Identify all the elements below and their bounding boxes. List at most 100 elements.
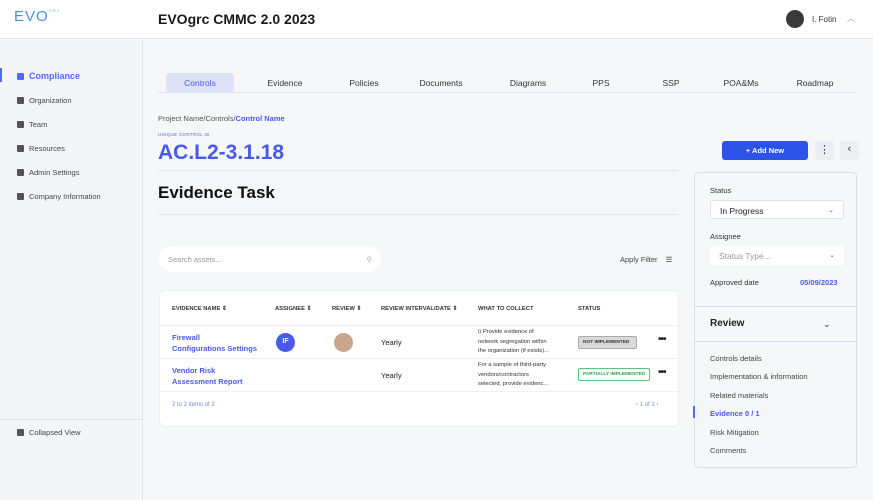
panel-nav-related-materials[interactable]: Related materials xyxy=(710,391,768,400)
tab-documents[interactable]: Documents xyxy=(392,73,490,93)
team-icon xyxy=(17,121,24,128)
tab-evidence[interactable]: Evidence xyxy=(234,73,336,93)
column-header[interactable]: ASSIGNEE ⇕ xyxy=(275,306,311,312)
column-header[interactable]: REVIEW INTERVAL/DATE ⇕ xyxy=(381,306,457,312)
chevron-up-icon[interactable]: ︿ xyxy=(847,13,855,24)
assignee-placeholder: Status Type... xyxy=(719,251,771,261)
collapsed-view-button[interactable]: Collapsed View xyxy=(17,428,81,437)
next-page-icon[interactable]: › xyxy=(656,402,658,408)
more-options-icon[interactable]: ••• xyxy=(658,367,666,378)
collapse-label: Collapsed View xyxy=(29,428,81,437)
tab-controls[interactable]: Controls xyxy=(166,73,234,93)
status-label: Status xyxy=(710,186,732,195)
search-placeholder: Search assets... xyxy=(168,255,222,264)
breadcrumb: Project Name/Controls/Control Name xyxy=(158,114,285,123)
table-divider xyxy=(160,391,678,392)
evidence-name-link[interactable]: Firewall Configurations Settings xyxy=(172,332,257,354)
tab-pps[interactable]: PPS xyxy=(566,73,636,93)
review-interval: Yearly xyxy=(381,371,402,380)
sidebar-item-label: Compliance xyxy=(29,71,81,81)
tab-poams[interactable]: POA&Ms xyxy=(706,73,776,93)
sidebar-item-company-information[interactable]: Company Information xyxy=(17,192,101,201)
sidebar-item-organization[interactable]: Organization xyxy=(17,96,72,105)
status-badge: PARTIALLY IMPLEMENTED xyxy=(578,368,651,381)
pagination: ‹ 1 of 1 › xyxy=(636,402,658,408)
sidebar-item-label: Company Information xyxy=(29,192,101,201)
active-indicator xyxy=(693,406,695,418)
column-header: STATUS xyxy=(578,306,601,312)
panel-nav-evidence[interactable]: Evidence 0 / 1 xyxy=(710,409,760,418)
evidence-name-line: Firewall xyxy=(172,333,200,342)
status-badge: NOT IMPLEMENTED xyxy=(578,336,637,349)
assignee-select[interactable]: Status Type... ⌄ xyxy=(710,246,844,265)
panel-nav-controls-details[interactable]: Controls details xyxy=(710,354,762,363)
evidence-table: EVIDENCE NAME ⇕ ASSIGNEE ⇕ REVIEW ⇕ REVI… xyxy=(159,290,679,427)
control-id: AC.L2-3.1.18 xyxy=(158,141,285,164)
logo-sup: GRC xyxy=(48,8,61,13)
tab-ssp[interactable]: SSP xyxy=(636,73,706,93)
divider xyxy=(695,341,856,342)
assignee-label: Assignee xyxy=(710,232,741,241)
tab-roadmap[interactable]: Roadmap xyxy=(776,73,854,93)
sidebar-item-label: Team xyxy=(29,120,48,129)
column-header[interactable]: EVIDENCE NAME ⇕ xyxy=(172,306,227,312)
sidebar-item-label: Organization xyxy=(29,96,72,105)
items-count: 2 to 2 items of 2 xyxy=(172,402,215,408)
status-value: In Progress xyxy=(720,206,764,216)
column-header[interactable]: REVIEW ⇕ xyxy=(332,306,361,312)
file-icon xyxy=(17,145,24,152)
user-icon xyxy=(17,169,24,176)
prev-page-icon[interactable]: ‹ xyxy=(636,402,638,408)
user-avatar[interactable] xyxy=(786,10,804,28)
what-to-collect: For a sample of third-party vendors/contr… xyxy=(478,361,548,390)
evidence-name-link[interactable]: Vendor Risk Assessment Report xyxy=(172,365,242,387)
sidebar-item-compliance[interactable]: Compliance xyxy=(17,71,80,81)
chevron-down-icon[interactable]: ⌄ xyxy=(823,319,831,330)
evidence-name-line: Configurations Settings xyxy=(172,344,257,353)
sidebar-item-team[interactable]: Team xyxy=(17,120,47,129)
collect-line: vendors/contractors xyxy=(478,371,529,378)
table-row[interactable]: Firewall Configurations Settings IF Yearl… xyxy=(160,325,678,358)
collect-line: network segregation within xyxy=(478,338,547,345)
collect-line: selected, provide evidenc... xyxy=(478,381,549,387)
approved-date-value: 05/09/2023 xyxy=(800,278,838,287)
top-header: EVOGRC EVOgrc CMMC 2.0 2023 I. Fotin ︿ xyxy=(0,0,873,39)
add-new-button[interactable]: + Add New xyxy=(722,141,808,160)
apply-filter-button[interactable]: Apply Filter ☰ xyxy=(620,255,672,264)
sidebar-item-admin-settings[interactable]: Admin Settings xyxy=(17,168,79,177)
reviewer-avatar xyxy=(334,333,353,352)
apply-filter-label: Apply Filter xyxy=(620,255,658,264)
assignee-avatar: IF xyxy=(276,333,295,352)
page-indicator: 1 of 1 xyxy=(639,402,655,408)
breadcrumb-path[interactable]: Project Name/Controls/ xyxy=(158,114,236,123)
tab-diagrams[interactable]: Diagrams xyxy=(490,73,566,93)
details-panel: Status In Progress ⌄ Assignee Status Type… xyxy=(693,172,857,468)
tab-policies[interactable]: Policies xyxy=(336,73,392,93)
page-title: Evidence Task xyxy=(158,183,275,202)
sidebar-item-resources[interactable]: Resources xyxy=(17,144,65,153)
status-select[interactable]: In Progress ⌄ xyxy=(710,200,844,219)
sidebar-item-label: Resources xyxy=(29,144,65,153)
more-options-icon[interactable]: ••• xyxy=(658,334,666,345)
review-section-title[interactable]: Review xyxy=(710,318,744,329)
compliance-icon xyxy=(17,72,24,80)
panel-nav-risk-mitigation[interactable]: Risk Mitigation xyxy=(710,428,759,437)
what-to-collect: i) Provide evidence of network segregatio… xyxy=(478,328,549,357)
more-vertical-icon[interactable]: ⋮ xyxy=(815,141,834,160)
table-row[interactable]: Vendor Risk Assessment Report Yearly For … xyxy=(160,358,678,391)
logo[interactable]: EVOGRC xyxy=(14,8,61,25)
search-input[interactable]: Search assets... ⚲ xyxy=(159,246,381,272)
panel-nav-implementation[interactable]: Implementation & information xyxy=(710,372,808,381)
active-indicator xyxy=(0,68,2,82)
column-header: WHAT TO COLLECT xyxy=(478,306,534,312)
control-id-label: UNIQUE CONTROL ID xyxy=(158,132,210,137)
collect-line: i) Provide evidence of xyxy=(478,329,534,335)
panel-nav-comments[interactable]: Comments xyxy=(710,446,746,455)
collect-line: For a sample of third-party xyxy=(478,362,546,368)
building-icon xyxy=(17,97,24,104)
chevron-down-icon: ⌄ xyxy=(829,252,835,259)
tab-bar: Controls Evidence Policies Documents Dia… xyxy=(158,73,856,93)
filter-icon: ☰ xyxy=(665,255,673,264)
user-name[interactable]: I. Fotin xyxy=(812,15,836,24)
chevron-left-icon[interactable]: ‹ xyxy=(840,141,859,160)
